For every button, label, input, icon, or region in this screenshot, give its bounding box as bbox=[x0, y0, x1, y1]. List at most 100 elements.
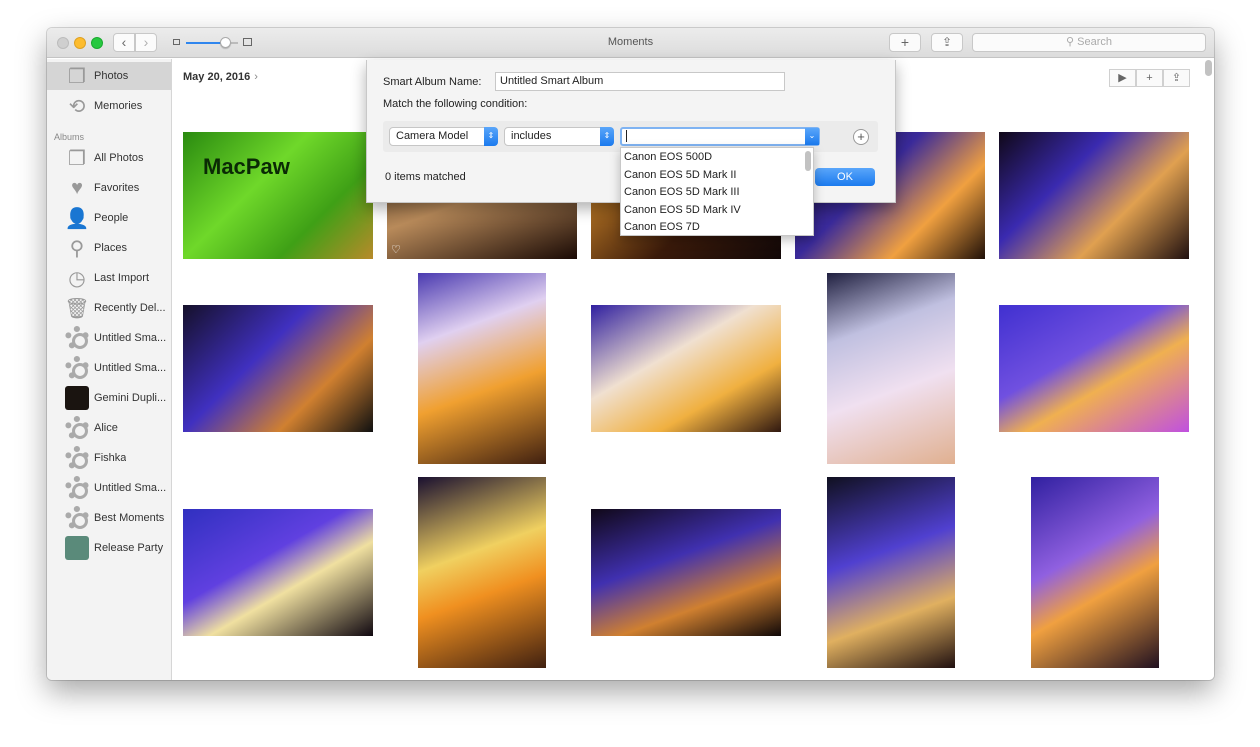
sidebar-item[interactable]: Release Party bbox=[47, 534, 171, 562]
photo-logo-text: MacPaw bbox=[203, 154, 290, 179]
sidebar-item-label: Untitled Sma... bbox=[94, 362, 167, 374]
memories-icon: ⟲ bbox=[68, 95, 86, 118]
camera-model-dropdown: Canon EOS 500D Canon EOS 5D Mark II Canon … bbox=[620, 147, 814, 236]
sidebar-item[interactable]: ❐ Photos bbox=[47, 62, 171, 90]
photo-thumbnail[interactable] bbox=[418, 477, 546, 668]
sidebar-item-label: Last Import bbox=[94, 272, 150, 284]
gear-icon bbox=[64, 356, 90, 380]
all-photos-icon: ❐ bbox=[68, 147, 86, 170]
trash-icon: 🗑 bbox=[64, 297, 90, 320]
sidebar-item-label: Memories bbox=[94, 100, 143, 112]
sidebar-item-label: Places bbox=[94, 242, 128, 254]
photo-thumbnail[interactable] bbox=[418, 273, 546, 464]
photo-thumbnail[interactable] bbox=[999, 132, 1189, 259]
add-condition-button[interactable]: + bbox=[853, 129, 869, 145]
sidebar-item[interactable]: Best Moments bbox=[47, 504, 171, 532]
dropdown-option[interactable]: Canon EOS 7D bbox=[624, 219, 700, 235]
album-thumbnail-icon bbox=[64, 386, 90, 410]
share-button[interactable]: ⇪ bbox=[931, 33, 963, 52]
name-label: Smart Album Name: bbox=[383, 76, 482, 88]
updown-icon: ⇕ bbox=[484, 127, 498, 146]
photo-thumbnail[interactable] bbox=[591, 305, 781, 432]
text-cursor bbox=[626, 130, 627, 143]
sidebar-item[interactable]: Fishka bbox=[47, 444, 171, 472]
photo-thumbnail[interactable] bbox=[1031, 477, 1159, 668]
photo-thumbnail[interactable] bbox=[999, 305, 1189, 432]
photos-icon: ❐ bbox=[68, 65, 86, 88]
operator-value: includes bbox=[511, 130, 552, 142]
sidebar-item[interactable]: Untitled Sma... bbox=[47, 324, 171, 352]
search-placeholder: Search bbox=[1077, 36, 1112, 48]
photo-thumbnail[interactable] bbox=[827, 273, 955, 464]
search-input[interactable]: ⚲ Search bbox=[972, 33, 1206, 52]
plus-icon: + bbox=[1146, 72, 1153, 84]
sidebar-item-label: Untitled Sma... bbox=[94, 332, 167, 344]
photo-thumbnail[interactable]: MacPaw bbox=[183, 132, 373, 259]
search-icon: ⚲ bbox=[1066, 36, 1078, 48]
gear-icon bbox=[64, 416, 90, 440]
albums-header: Albums bbox=[54, 132, 85, 142]
sidebar-item[interactable]: Gemini Dupli... bbox=[47, 384, 171, 412]
moment-tools: ▶ + ⇪ bbox=[1109, 69, 1190, 87]
sidebar-item[interactable]: Untitled Sma... bbox=[47, 474, 171, 502]
person-icon: 👤 bbox=[64, 207, 90, 230]
photo-thumbnail[interactable] bbox=[827, 477, 955, 668]
sidebar-item-label: Photos bbox=[94, 70, 129, 82]
date-label: May 20, 2016 bbox=[183, 71, 251, 83]
photo-thumbnail[interactable] bbox=[591, 509, 781, 636]
sidebar-item[interactable]: 👤 People bbox=[47, 204, 171, 232]
sidebar-item-label: All Photos bbox=[94, 152, 144, 164]
gear-icon bbox=[64, 326, 90, 350]
scrollbar[interactable] bbox=[1205, 60, 1212, 76]
photo-thumbnail[interactable] bbox=[183, 509, 373, 636]
dropdown-scrollbar[interactable] bbox=[805, 151, 811, 171]
dropdown-option[interactable]: Canon EOS 500D bbox=[624, 149, 712, 166]
sidebar-item-label: Untitled Sma... bbox=[94, 482, 167, 494]
field-value: Camera Model bbox=[396, 130, 469, 142]
sidebar-item[interactable]: ⚲ Places bbox=[47, 234, 171, 262]
plus-icon: + bbox=[857, 129, 865, 144]
gear-icon bbox=[64, 476, 90, 500]
sidebar-item-label: Alice bbox=[94, 422, 118, 434]
slideshow-button[interactable]: ▶ bbox=[1109, 69, 1136, 87]
gear-icon bbox=[64, 506, 90, 530]
titlebar: ‹ › Moments + ⇪ ⚲ Search bbox=[47, 28, 1214, 58]
sidebar-item-label: Best Moments bbox=[94, 512, 165, 524]
value-combobox[interactable]: ⌄ bbox=[620, 127, 820, 146]
share-icon: ⇪ bbox=[1171, 72, 1182, 84]
dropdown-option[interactable]: Canon EOS 5D Mark II bbox=[624, 167, 737, 184]
dropdown-option[interactable]: Canon EOS 5D Mark IV bbox=[624, 202, 741, 219]
play-icon: ▶ bbox=[1118, 72, 1127, 84]
sidebar-item-label: Fishka bbox=[94, 452, 127, 464]
sidebar-item-label: Gemini Dupli... bbox=[94, 392, 167, 404]
operator-select[interactable]: includes ⇕ bbox=[504, 127, 614, 146]
sidebar-item-label: People bbox=[94, 212, 129, 224]
sidebar-item[interactable]: Untitled Sma... bbox=[47, 354, 171, 382]
updown-icon: ⇕ bbox=[600, 127, 614, 146]
sidebar-item[interactable]: ❐ All Photos bbox=[47, 144, 171, 172]
add-button[interactable]: + bbox=[889, 33, 921, 52]
dropdown-option[interactable]: Canon EOS 5D Mark III bbox=[624, 184, 740, 201]
sidebar-item-label: Release Party bbox=[94, 542, 164, 554]
sidebar-item[interactable]: ♥ Favorites bbox=[47, 174, 171, 202]
sidebar-item[interactable]: 🗑 Recently Del... bbox=[47, 294, 171, 322]
moment-date[interactable]: May 20, 2016 › bbox=[183, 71, 258, 83]
favorite-heart-icon[interactable]: ♡ bbox=[391, 243, 401, 256]
sidebar-item[interactable]: Alice bbox=[47, 414, 171, 442]
share-moment-button[interactable]: ⇪ bbox=[1163, 69, 1190, 87]
matched-count: 0 items matched bbox=[385, 171, 466, 183]
match-label: Match the following condition: bbox=[383, 98, 528, 110]
album-thumbnail-icon bbox=[64, 536, 90, 560]
ok-button[interactable]: OK bbox=[815, 168, 875, 186]
pin-icon: ⚲ bbox=[69, 237, 85, 260]
field-select[interactable]: Camera Model ⇕ bbox=[389, 127, 498, 146]
sidebar: Albums ❐ Photos ⟲ Memories ❐ All Photos ♥ Favor… bbox=[47, 59, 172, 680]
add-to-button[interactable]: + bbox=[1136, 69, 1163, 87]
photo-thumbnail[interactable] bbox=[183, 305, 373, 432]
album-name-input[interactable]: Untitled Smart Album bbox=[495, 72, 785, 91]
sidebar-item[interactable]: ⟲ Memories bbox=[47, 92, 171, 120]
share-icon: ⇪ bbox=[941, 35, 953, 49]
sidebar-item-label: Favorites bbox=[94, 182, 140, 194]
chevron-right-icon: › bbox=[254, 71, 258, 83]
sidebar-item[interactable]: ◷ Last Import bbox=[47, 264, 171, 292]
